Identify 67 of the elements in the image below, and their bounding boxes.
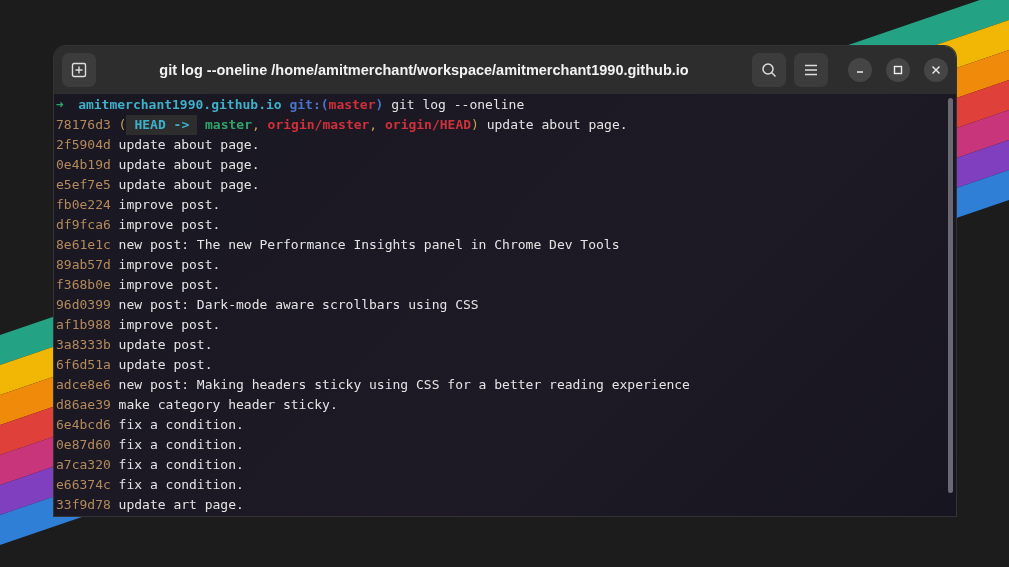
search-icon xyxy=(761,62,777,78)
commit-hash: 8e61e1c xyxy=(56,236,111,254)
commit-message: improve post. xyxy=(118,316,221,334)
commit-hash: 89ab57d xyxy=(56,256,111,274)
commit-hash: 2f5904d xyxy=(56,136,111,154)
commit-hash: 6e4bcd6 xyxy=(56,416,111,434)
commit-hash: d86ae39 xyxy=(56,396,111,414)
ref-label: ) xyxy=(471,116,479,134)
new-tab-button[interactable] xyxy=(62,53,96,87)
commit-message: update post. xyxy=(118,356,213,374)
commit-hash: a7ca320 xyxy=(56,456,111,474)
ref-label: , xyxy=(369,116,378,134)
ref-label: ( xyxy=(118,116,127,134)
branch-name: master xyxy=(328,97,376,112)
ref-label: origin/master xyxy=(267,116,370,134)
commit-message: make category header sticky. xyxy=(118,396,338,414)
commit-hash: adce8e6 xyxy=(56,376,111,394)
maximize-button[interactable] xyxy=(886,58,910,82)
ref-label: HEAD -> xyxy=(126,115,198,135)
ref-label: , xyxy=(252,116,260,134)
commit-hash: 0e87d60 xyxy=(56,436,111,454)
commit-hash: 6f6d51a xyxy=(56,356,111,374)
commit-hash: df9fca6 xyxy=(56,216,111,234)
ref-label: origin/HEAD xyxy=(385,116,472,134)
commit-message: new post: The new Performance Insights panel in Chrome Dev Tools xyxy=(118,236,620,254)
commit-message: update about page. xyxy=(118,136,260,154)
commit-hash: 3a8333b xyxy=(56,336,111,354)
commit-message: new post: Making headers sticky using CSS for a better reading experience xyxy=(118,376,690,394)
commit-message: update art page. xyxy=(118,496,244,514)
window-title: git log --oneline /home/amitmerchant/workspace/amitmerchant1990.github.io xyxy=(158,62,690,78)
commit-hash: e5ef7e5 xyxy=(56,176,111,194)
menu-icon xyxy=(804,64,818,76)
git-label: git:( xyxy=(289,97,329,112)
minimize-button[interactable] xyxy=(848,58,872,82)
commit-message: update about page. xyxy=(118,156,260,174)
commit-message: improve post. xyxy=(118,276,221,294)
commit-hash: e66374c xyxy=(56,476,111,494)
scrollbar-thumb[interactable] xyxy=(947,98,953,493)
commit-message: new post: Dark-mode aware scrollbars using CSS xyxy=(118,296,479,314)
commit-message: fix a condition. xyxy=(118,436,244,454)
commit-message: fix a condition. xyxy=(118,416,244,434)
commit-message: update about page. xyxy=(118,176,260,194)
close-icon xyxy=(931,65,941,75)
git-label-close: ) xyxy=(375,97,384,112)
prompt-arrow: ➜ xyxy=(56,96,64,114)
search-button[interactable] xyxy=(752,53,786,87)
commit-hash: fb0e224 xyxy=(56,196,111,214)
command-text: git log --oneline xyxy=(391,96,525,114)
commit-hash: 33f9d78 xyxy=(56,496,111,514)
commit-message: fix a condition. xyxy=(118,456,244,474)
commit-message: fix a condition. xyxy=(118,476,244,494)
commit-message: improve post. xyxy=(118,196,221,214)
commit-hash: 96d0399 xyxy=(56,296,111,314)
maximize-icon xyxy=(893,65,903,75)
close-button[interactable] xyxy=(924,58,948,82)
prompt-directory: amitmerchant1990.github.io xyxy=(78,96,282,114)
ref-label: master xyxy=(205,116,252,134)
commit-message: improve post. xyxy=(118,216,221,234)
commit-hash: af1b988 xyxy=(56,316,111,334)
commit-hash: f368b0e xyxy=(56,276,111,294)
new-tab-icon xyxy=(71,62,87,78)
menu-button[interactable] xyxy=(794,53,828,87)
commit-hash: 78176d3 xyxy=(56,116,111,134)
commit-message: improve post. xyxy=(118,256,221,274)
commit-message: update about page. xyxy=(486,116,628,134)
commit-hash: 0e4b19d xyxy=(56,156,111,174)
commit-message: update post. xyxy=(118,336,213,354)
